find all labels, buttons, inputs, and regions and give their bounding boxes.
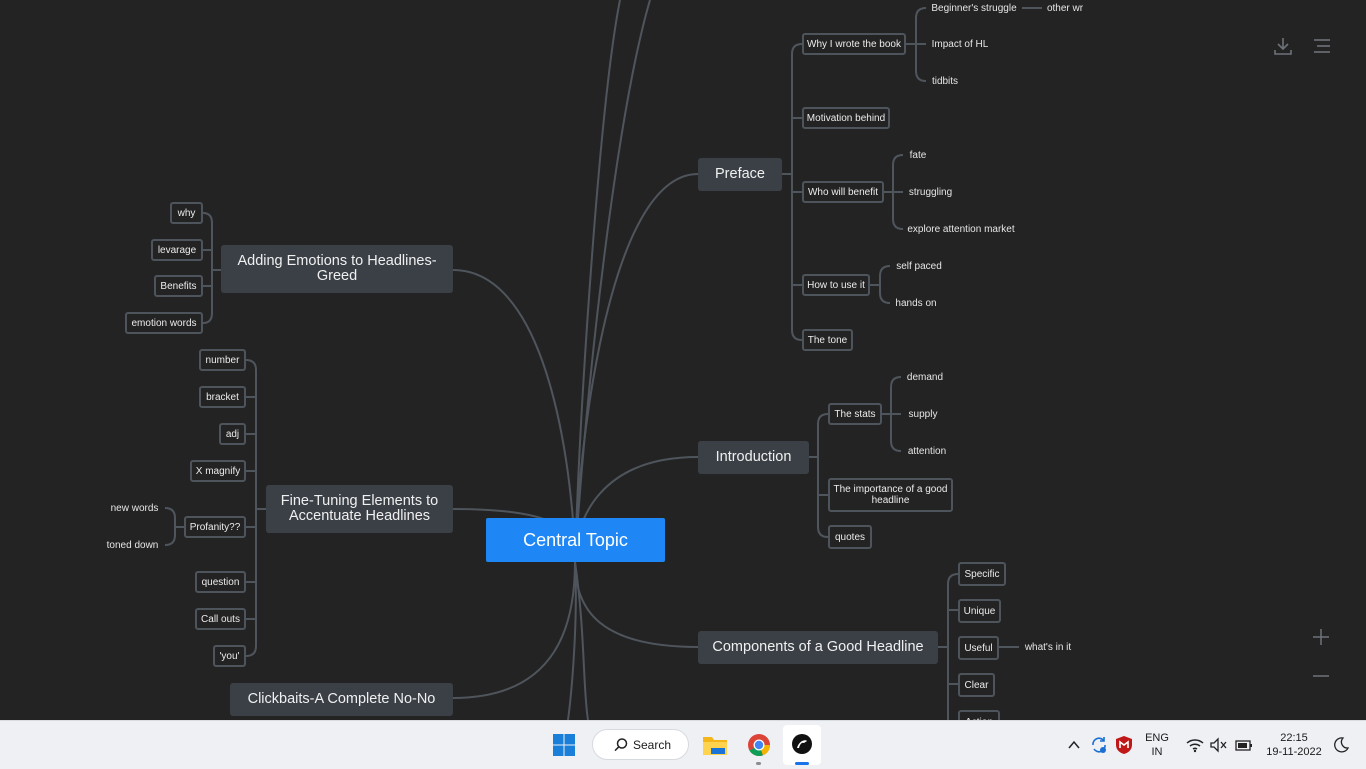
subtopic-whats-in-it[interactable]: what's in it	[1019, 639, 1077, 655]
subtopic-x-magnify[interactable]: X magnify	[190, 460, 246, 482]
zoom-in-icon[interactable]	[1311, 627, 1331, 647]
language-top: ENG	[1145, 732, 1169, 744]
subtopic-other-wr[interactable]: other wr	[1044, 0, 1086, 16]
language-indicator[interactable]: ENG IN	[1140, 731, 1174, 759]
chrome-icon[interactable]	[747, 733, 771, 757]
clock-time: 22:15	[1280, 732, 1308, 744]
subtopic-useful[interactable]: Useful	[958, 636, 999, 660]
subtopic-importance[interactable]: The importance of a good headline	[828, 478, 953, 512]
language-bottom: IN	[1151, 746, 1163, 758]
subtopic-motivation[interactable]: Motivation behind	[802, 107, 890, 129]
subtopic-clear[interactable]: Clear	[958, 673, 995, 697]
zoom-out-icon[interactable]	[1311, 666, 1331, 686]
subtopic-supply[interactable]: supply	[901, 406, 945, 422]
subtopic-levarage[interactable]: levarage	[151, 239, 203, 261]
subtopic-toned-down[interactable]: toned down	[100, 537, 165, 553]
subtopic-specific[interactable]: Specific	[958, 562, 1006, 586]
mind-map-canvas[interactable]: Central Topic Preface Introduction Compo…	[0, 0, 1366, 720]
search-box[interactable]: Search	[592, 729, 689, 760]
subtopic-question[interactable]: question	[195, 571, 246, 593]
subtopic-unique[interactable]: Unique	[958, 599, 1001, 623]
subtopic-new-words[interactable]: new words	[104, 500, 165, 516]
subtopic-profanity[interactable]: Profanity??	[184, 516, 246, 538]
subtopic-hands-on[interactable]: hands on	[890, 295, 942, 311]
topic-introduction[interactable]: Introduction	[698, 441, 809, 474]
download-icon[interactable]	[1272, 35, 1294, 57]
subtopic-demand[interactable]: demand	[901, 369, 949, 385]
battery-icon[interactable]	[1234, 737, 1254, 753]
subtopic-struggling[interactable]: struggling	[903, 184, 958, 200]
topic-adding-emotions[interactable]: Adding Emotions to Headlines- Greed	[221, 245, 453, 293]
subtopic-bracket[interactable]: bracket	[199, 386, 246, 408]
subtopic-how-to-use[interactable]: How to use it	[802, 274, 870, 296]
clock[interactable]: 22:15 19-11-2022	[1262, 731, 1326, 759]
moon-icon[interactable]	[1333, 737, 1350, 753]
subtopic-quotes[interactable]: quotes	[828, 525, 872, 549]
mcafee-icon[interactable]	[1115, 735, 1133, 755]
subtopic-attention[interactable]: attention	[901, 443, 953, 459]
subtopic-beginners-struggle[interactable]: Beginner's struggle	[926, 0, 1022, 16]
subtopic-stats[interactable]: The stats	[828, 403, 882, 425]
topic-clickbaits[interactable]: Clickbaits-A Complete No-No	[230, 683, 453, 716]
topic-preface[interactable]: Preface	[698, 158, 782, 191]
subtopic-number[interactable]: number	[199, 349, 246, 371]
menu-icon[interactable]	[1311, 35, 1333, 57]
subtopic-who-benefit[interactable]: Who will benefit	[802, 181, 884, 203]
clock-date: 19-11-2022	[1266, 746, 1322, 758]
file-explorer-icon[interactable]	[702, 733, 728, 757]
windows-start-icon[interactable]	[552, 733, 576, 757]
search-label: Search	[633, 738, 672, 752]
windows-taskbar: Search ENG IN 22:15 19-11-2022	[0, 720, 1366, 769]
subtopic-self-paced[interactable]: self paced	[890, 258, 948, 274]
wifi-icon[interactable]	[1186, 737, 1204, 753]
mindmap-app-icon[interactable]	[783, 725, 821, 765]
subtopic-why[interactable]: why	[170, 202, 203, 224]
subtopic-emotion-words[interactable]: emotion words	[125, 312, 203, 334]
subtopic-call-outs[interactable]: Call outs	[195, 608, 246, 630]
search-icon	[614, 738, 628, 752]
subtopic-impact-hl[interactable]: Impact of HL	[926, 36, 994, 52]
subtopic-explore[interactable]: explore attention market	[903, 221, 1019, 237]
topic-fine-tuning[interactable]: Fine-Tuning Elements to Accentuate Headl…	[266, 485, 453, 533]
chrome-running-indicator	[756, 762, 761, 765]
subtopic-adj[interactable]: adj	[219, 423, 246, 445]
central-topic-node[interactable]: Central Topic	[486, 518, 665, 562]
sync-icon[interactable]	[1089, 735, 1109, 755]
mindmap-app-active-indicator	[795, 762, 809, 765]
volume-muted-icon[interactable]	[1210, 737, 1228, 753]
subtopic-you[interactable]: 'you'	[213, 645, 246, 667]
subtopic-why-wrote[interactable]: Why I wrote the book	[802, 33, 906, 55]
subtopic-tone[interactable]: The tone	[802, 329, 853, 351]
topic-components[interactable]: Components of a Good Headline	[698, 631, 938, 664]
subtopic-benefits[interactable]: Benefits	[154, 275, 203, 297]
subtopic-tidbits[interactable]: tidbits	[926, 73, 964, 89]
subtopic-action[interactable]: Action	[958, 710, 1000, 720]
subtopic-fate[interactable]: fate	[903, 147, 933, 163]
chevron-up-icon[interactable]	[1067, 738, 1081, 752]
